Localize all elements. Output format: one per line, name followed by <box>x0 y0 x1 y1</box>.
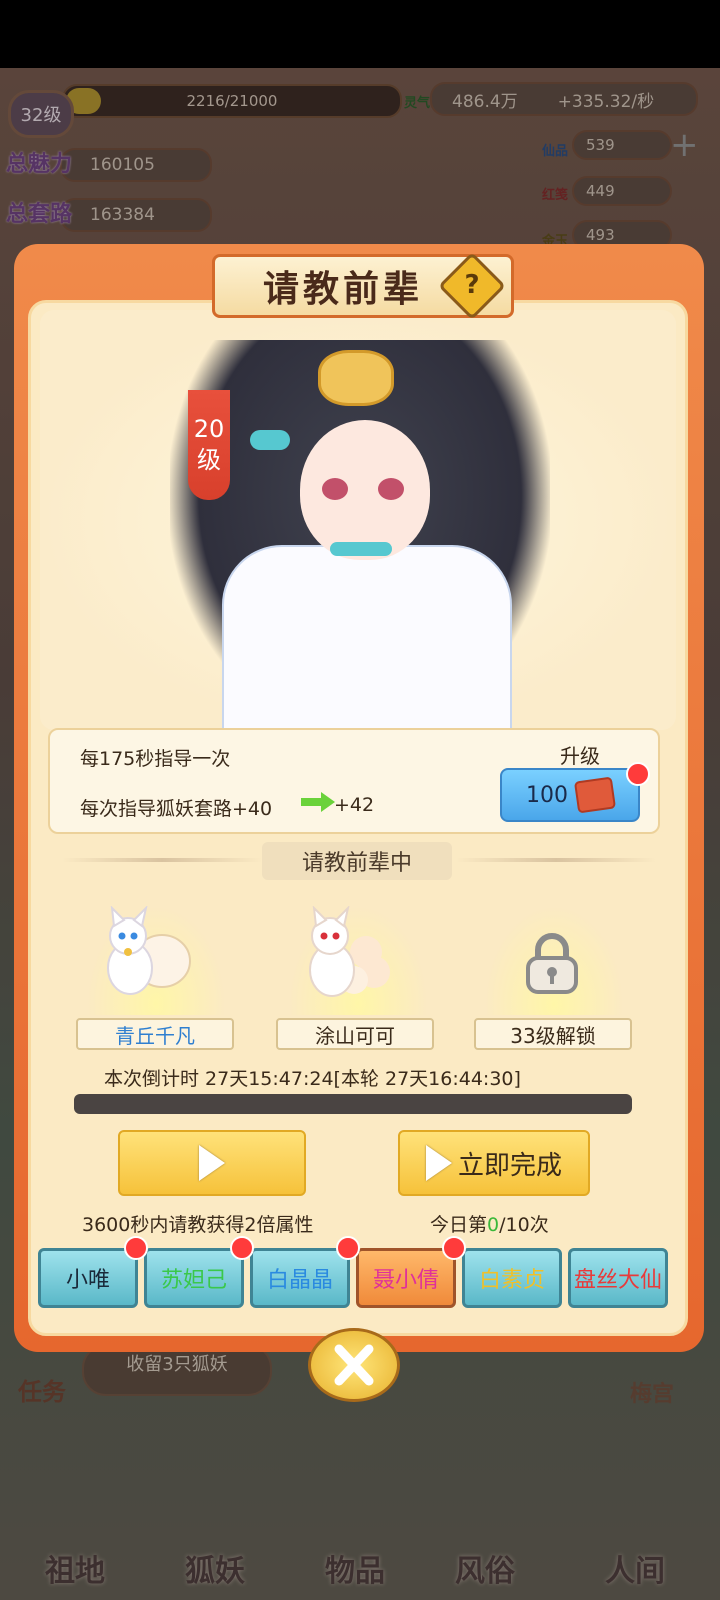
dialog-title: 请教前辈 <box>262 268 423 310</box>
close-button[interactable] <box>308 1328 400 1402</box>
watch-ad-button[interactable] <box>118 1130 306 1196</box>
close-icon <box>334 1344 374 1386</box>
upgrade-cost: 100 <box>526 782 568 808</box>
character-level-tag: 20 级 <box>188 390 230 500</box>
character-hair-ornament <box>318 350 394 406</box>
tab-baijingjing[interactable]: 白晶晶 <box>250 1248 350 1308</box>
daily-count-value: 0 <box>487 1214 500 1236</box>
red-envelope-icon <box>573 776 617 814</box>
double-attribute-hint: 3600秒内请教获得2倍属性 <box>82 1214 314 1236</box>
tab-label: 聂小倩 <box>372 1268 439 1293</box>
section-divider-left <box>62 858 262 862</box>
lock-icon <box>526 933 578 994</box>
character-level-unit: 级 <box>197 446 221 474</box>
fox-slot-2-label[interactable]: 涂山可可 <box>276 1018 434 1050</box>
tab-xiaowei[interactable]: 小唯 <box>38 1248 138 1308</box>
fox-slot-1-label[interactable]: 青丘千凡 <box>76 1018 234 1050</box>
character-eye-left <box>322 478 348 500</box>
fox-qingqiu-icon[interactable] <box>92 906 192 1002</box>
guide-bonus-text: 每次指导狐妖套路+40 <box>80 798 273 820</box>
daily-count: 今日第0/10次 <box>430 1210 549 1237</box>
play-icon <box>425 1145 452 1181</box>
tab-baisuzhen[interactable]: 白素贞 <box>462 1248 562 1308</box>
daily-count-suffix: /10次 <box>499 1214 549 1236</box>
character-dress <box>222 545 512 730</box>
character-level-number: 20 <box>193 414 225 443</box>
character-eye-right <box>378 478 404 500</box>
tab-notification-dot <box>442 1236 466 1260</box>
fox-name-2: 涂山可可 <box>315 1023 395 1048</box>
daily-count-prefix: 今日第 <box>430 1214 488 1236</box>
tab-label: 白晶晶 <box>266 1268 333 1293</box>
arrow-right-icon <box>301 792 335 812</box>
guide-interval-text: 每175秒指导一次 <box>80 748 231 770</box>
fox-unlock-text: 33级解锁 <box>510 1023 596 1048</box>
tab-notification-dot <box>336 1236 360 1260</box>
tab-nie-xiaoqian[interactable]: 聂小倩 <box>356 1248 456 1308</box>
tab-label: 盘丝大仙 <box>573 1268 662 1293</box>
character-ribbon <box>250 430 290 450</box>
guide-bonus-next: +42 <box>334 794 375 816</box>
countdown-text: 本次倒计时 27天15:47:24[本轮 27天16:44:30] <box>104 1068 521 1090</box>
tab-pansi-daxian[interactable]: 盘丝大仙 <box>568 1248 668 1308</box>
tab-sudaji[interactable]: 苏妲己 <box>144 1248 244 1308</box>
fox-name-1: 青丘千凡 <box>115 1023 195 1048</box>
fox-slot-3-label: 33级解锁 <box>474 1018 632 1050</box>
character-collar <box>330 542 392 556</box>
upgrade-notification-dot <box>626 762 650 786</box>
upgrade-label: 升级 <box>560 744 600 768</box>
section-title: 请教前辈中 <box>262 842 452 880</box>
complete-now-button[interactable]: 立即完成 <box>398 1130 590 1196</box>
tab-label: 白素贞 <box>478 1268 545 1293</box>
fox-tushan-icon[interactable] <box>294 906 394 1002</box>
help-icon[interactable]: ? <box>448 262 496 308</box>
play-icon <box>199 1145 225 1181</box>
tab-notification-dot <box>124 1236 148 1260</box>
tab-label: 小唯 <box>65 1268 110 1293</box>
complete-now-label: 立即完成 <box>457 1150 562 1181</box>
status-bar <box>0 0 720 68</box>
countdown-progress-bar <box>74 1094 632 1114</box>
character-face <box>300 420 430 560</box>
upgrade-button[interactable]: 100 <box>500 768 640 822</box>
section-divider-right <box>456 858 656 862</box>
tab-notification-dot <box>230 1236 254 1260</box>
tab-label: 苏妲己 <box>160 1268 227 1293</box>
